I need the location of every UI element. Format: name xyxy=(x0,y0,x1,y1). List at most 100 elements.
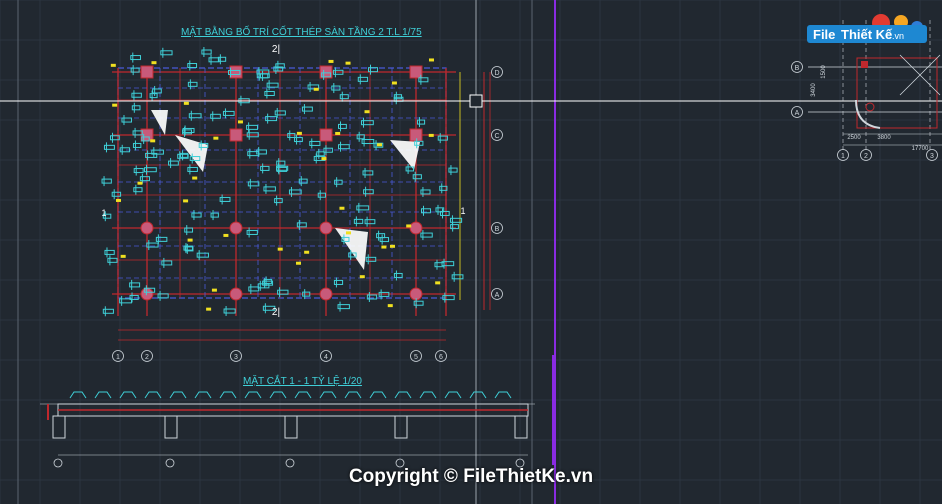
column-square xyxy=(140,128,154,142)
inset-outline xyxy=(856,57,938,129)
grid-bubble-label: D xyxy=(494,70,499,77)
grid-bubble-label: B xyxy=(495,226,500,233)
grid-bubble-label: 6 xyxy=(439,354,443,361)
rebar-tag xyxy=(365,256,377,262)
inset-column xyxy=(865,102,875,112)
inset-dimension-text: 2500 xyxy=(847,135,861,141)
rebar-tag xyxy=(274,198,283,204)
grid-bubble-label: 1 xyxy=(116,354,120,361)
rebar-tag xyxy=(339,94,349,100)
rebar-tag xyxy=(129,282,141,288)
grid-bubble-label: A xyxy=(495,292,500,299)
rebar-tag xyxy=(131,92,142,98)
column-square xyxy=(140,65,154,79)
rebar-yellow-mark xyxy=(295,261,301,265)
section-title: MẶT CẮT 1 - 1 TỶ LỆ 1/20 xyxy=(243,376,362,387)
rebar-tag xyxy=(362,170,374,176)
column-square xyxy=(409,65,423,79)
rebar-tag xyxy=(420,189,431,195)
rebar-yellow-mark xyxy=(339,206,345,210)
rebar-yellow-mark xyxy=(321,157,327,161)
section-rebar-mark xyxy=(419,391,437,399)
rebar-tag xyxy=(187,166,198,172)
inset-dimension-text: 1500 xyxy=(821,65,827,79)
rebar-yellow-mark xyxy=(223,233,229,237)
section-rebar-mark xyxy=(144,391,162,399)
rebar-yellow-mark xyxy=(376,143,382,147)
section-mark-bottom: 2| xyxy=(272,307,280,318)
column-circle xyxy=(229,287,243,301)
rebar-tag xyxy=(133,168,144,174)
filethietke-logo: File Thiết Kế .vn xyxy=(805,13,930,45)
rebar-tag xyxy=(107,257,118,263)
rebar-tag xyxy=(448,167,458,173)
cad-drawing[interactable]: 2| 2| 1 1 1 2 3 4 5 6 D C B A B A 1 2 3 2500 3800 17700 1500 34… xyxy=(0,0,942,504)
rebar-yellow-mark xyxy=(183,199,189,203)
rebar-tag xyxy=(201,49,212,55)
rebar-yellow-mark xyxy=(313,87,319,91)
rebar-tag xyxy=(337,123,347,129)
rebar-tag xyxy=(161,260,173,266)
copyright-watermark: Copyright © FileThietKe.vn xyxy=(348,466,594,487)
rebar-yellow-mark xyxy=(389,244,395,248)
section-beam xyxy=(284,415,298,439)
inset-column xyxy=(861,61,868,68)
rebar-tag xyxy=(149,93,158,99)
inset-dimension-text: 3800 xyxy=(877,135,891,141)
grid-bubble-label: C xyxy=(494,133,499,140)
section-mark-top: 2| xyxy=(272,44,280,55)
rebar-yellow-mark xyxy=(137,181,143,185)
section-mark-left: 1 xyxy=(101,208,106,218)
section-mark-right: 1 xyxy=(460,206,465,216)
column-circle xyxy=(409,221,423,235)
rebar-tag xyxy=(103,144,115,150)
rebar-yellow-mark xyxy=(150,139,156,143)
rebar-yellow-mark xyxy=(206,307,212,311)
rebar-yellow-mark xyxy=(211,288,217,292)
section-rebar-mark xyxy=(319,391,337,399)
rebar-tag xyxy=(376,233,386,239)
rebar-yellow-mark xyxy=(110,63,116,67)
grid-bubble-label: 4 xyxy=(324,354,328,361)
rebar-tag xyxy=(296,222,307,228)
slab-cut-marker xyxy=(335,228,368,270)
section-beam xyxy=(514,415,528,439)
plan-title: MẶT BẰNG BỐ TRÍ CỐT THÉP SÀN TẦNG 2 T.L … xyxy=(181,27,422,38)
rebar-tag xyxy=(104,249,115,255)
column-circle xyxy=(140,287,154,301)
section-rebar-mark xyxy=(444,391,462,399)
rebar-yellow-mark xyxy=(428,133,434,137)
section-rebar-mark xyxy=(494,391,512,399)
rebar-yellow-mark xyxy=(120,254,126,258)
rebar-tag xyxy=(219,196,231,202)
logo-name-text: Thiết Kế xyxy=(841,27,893,42)
column-circle xyxy=(229,221,243,235)
rebar-tag xyxy=(182,129,192,135)
rebar-yellow-mark xyxy=(213,136,219,140)
section-rebar-mark xyxy=(219,391,237,399)
rebar-tag xyxy=(260,165,270,171)
section-rebar-mark xyxy=(244,391,262,399)
rebar-tag xyxy=(298,178,308,184)
section-rebar-mark xyxy=(344,391,362,399)
rebar-tag xyxy=(294,137,303,143)
rebar-yellow-mark xyxy=(387,304,393,308)
column-circle xyxy=(319,287,333,301)
rebar-yellow-mark xyxy=(428,58,434,62)
rebar-tag xyxy=(248,286,260,292)
rebar-tag xyxy=(168,160,179,166)
cad-viewport[interactable]: 2| 2| 1 1 1 2 3 4 5 6 D C B A B A 1 2 3 2500 3800 17700 1500 34… xyxy=(0,0,942,504)
rebar-tag xyxy=(131,105,141,111)
section-rebar-mark xyxy=(294,391,312,399)
column-square xyxy=(319,128,333,142)
plan-outline xyxy=(117,67,447,299)
section-rebar-mark xyxy=(69,391,87,399)
column-square xyxy=(409,128,423,142)
inset-grid-label: 1 xyxy=(841,153,845,160)
section-beam xyxy=(52,415,66,439)
section-view xyxy=(40,391,535,468)
rebar-tag xyxy=(363,189,374,195)
column-square xyxy=(229,128,243,142)
rebar-yellow-mark xyxy=(359,275,365,279)
inset-curve xyxy=(855,99,881,129)
